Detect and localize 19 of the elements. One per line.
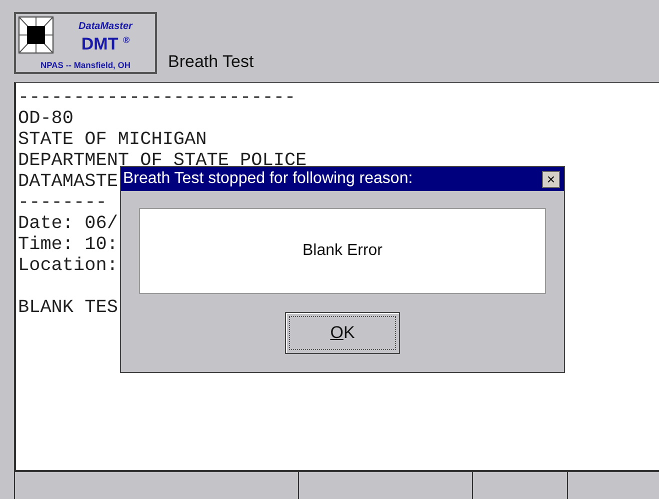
report-line: -------- xyxy=(18,192,107,213)
dialog-title: Breath Test stopped for following reason: xyxy=(123,170,413,188)
report-line: Time: 10: xyxy=(18,234,118,255)
screen-title: Breath Test xyxy=(168,52,254,73)
report-line: DATAMASTE xyxy=(18,171,118,192)
logo-location: NPAS -- Mansfield, OH xyxy=(39,60,132,72)
close-button[interactable]: × xyxy=(542,170,560,188)
ok-button[interactable]: OK xyxy=(285,312,400,354)
report-line: DEPARTMENT OF STATE POLICE xyxy=(18,150,307,171)
report-line: STATE OF MICHIGAN xyxy=(18,129,207,150)
report-line: ------------------------- xyxy=(18,87,296,108)
report-line: Location: xyxy=(18,255,118,276)
report-line: Date: 06/ xyxy=(18,213,118,234)
logo-dmt: DMT $^{®}$ xyxy=(81,34,130,53)
logo-grid-icon xyxy=(18,16,54,54)
report-line: BLANK TES xyxy=(18,297,118,318)
logo-name: DataMaster xyxy=(78,21,132,32)
error-message: Blank Error xyxy=(139,208,546,294)
report-line: OD-80 xyxy=(18,108,74,129)
